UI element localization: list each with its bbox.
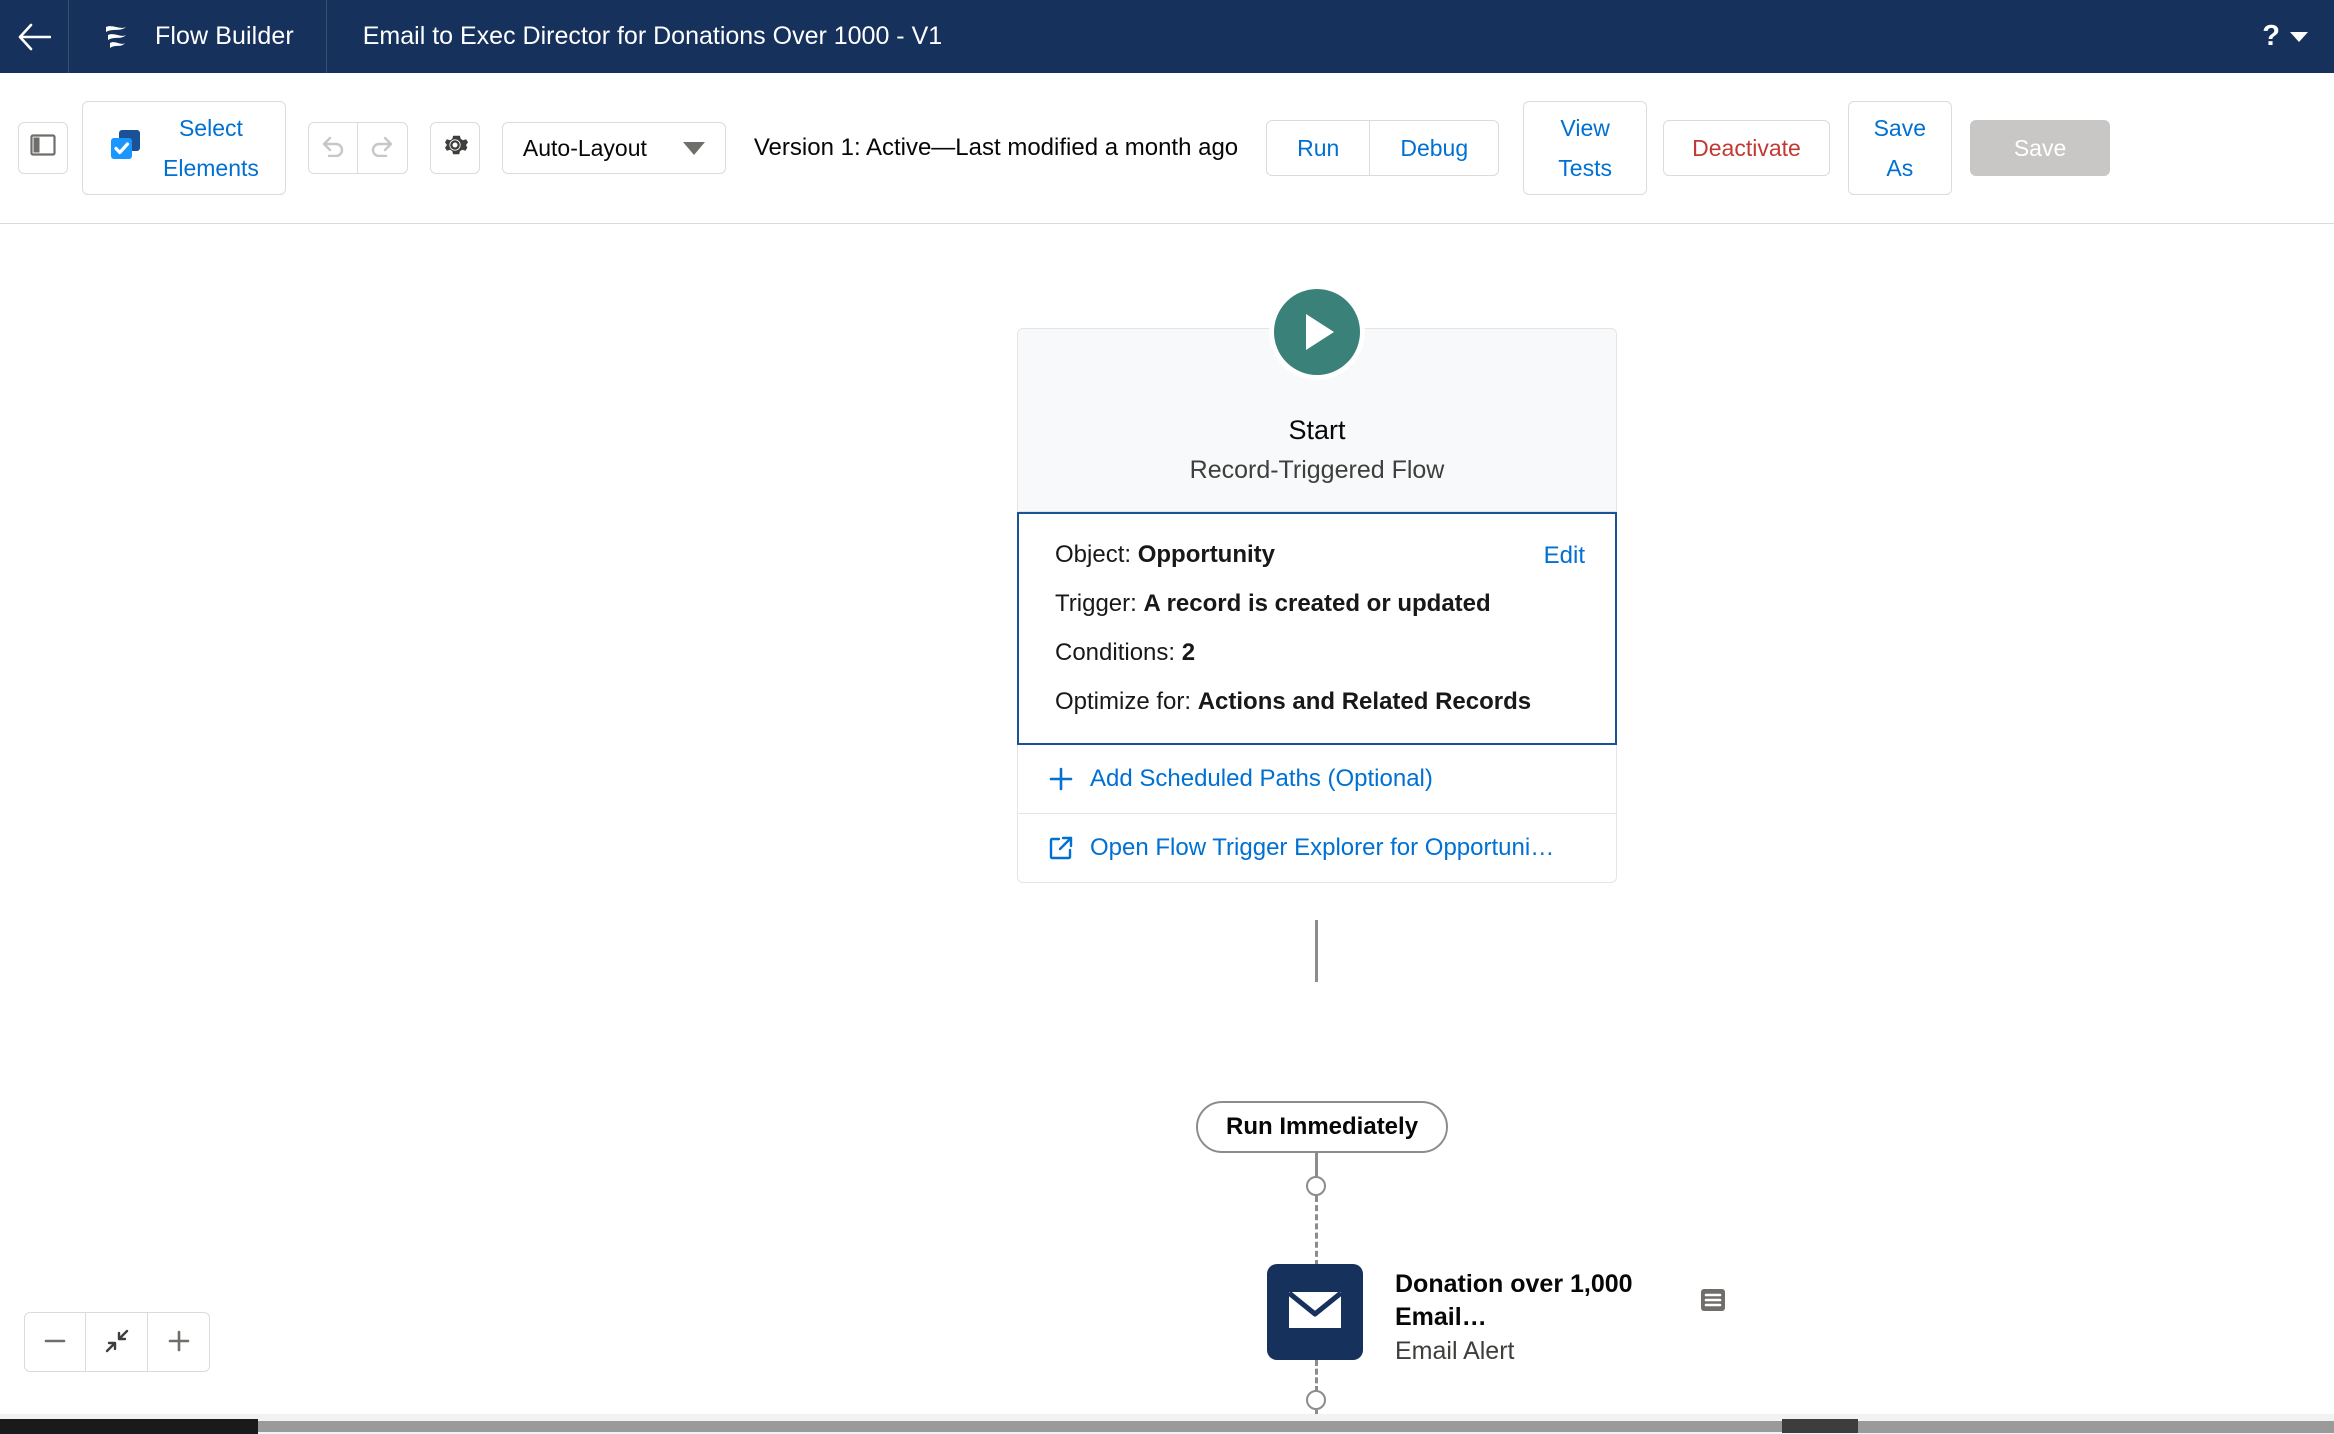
chevron-down-icon[interactable] [2290, 31, 2308, 42]
open-flow-trigger-explorer-label: Open Flow Trigger Explorer for Opportuni… [1090, 834, 1555, 861]
taskbar-segment-right-dark [1782, 1419, 1858, 1433]
back-button[interactable] [0, 0, 68, 73]
redo-icon [369, 133, 395, 163]
run-debug-group: Run Debug [1266, 120, 1500, 176]
trigger-optimize-row: Optimize for: Actions and Related Record… [1055, 687, 1583, 717]
checkbox-stack-icon [109, 128, 143, 168]
add-element-button-2[interactable] [1306, 1390, 1326, 1410]
chevron-down-icon [682, 141, 705, 155]
save-as-label-top: Save [1873, 115, 1927, 141]
redo-button[interactable] [357, 122, 408, 174]
trigger-type-label: Trigger: [1055, 590, 1137, 617]
trigger-optimize-value: Actions and Related Records [1197, 688, 1532, 715]
gear-icon [441, 131, 469, 165]
zoom-fit-button[interactable] [86, 1312, 148, 1372]
save-as-button[interactable]: Save As [1847, 101, 1952, 195]
view-tests-label-bottom: Tests [1558, 155, 1612, 181]
add-element-button-1[interactable] [1306, 1176, 1326, 1196]
start-node-group: Start Record-Triggered Flow Edit Object:… [1017, 284, 1617, 883]
flow-builder-logo-icon [99, 20, 133, 54]
taskbar-segment-left [0, 1419, 258, 1434]
header-actions: ? [2262, 0, 2334, 73]
debug-button[interactable]: Debug [1370, 120, 1500, 176]
undo-icon [320, 133, 346, 163]
trigger-conditions-label: Conditions: [1055, 639, 1176, 666]
email-alert-name: Donation over 1,000 Email… [1395, 1270, 1633, 1331]
edit-trigger-link[interactable]: Edit [1544, 542, 1585, 570]
connector-pill-to-dot [1315, 1149, 1318, 1179]
arrow-left-icon [17, 22, 51, 52]
save-button[interactable]: Save [1969, 120, 2111, 176]
select-elements-button[interactable]: Select Elements [82, 101, 286, 195]
trigger-object-label: Object: [1055, 541, 1132, 568]
plus-icon [1048, 766, 1074, 792]
start-play-button[interactable] [1269, 284, 1365, 380]
trigger-type-value: A record is created or updated [1143, 590, 1491, 617]
email-alert-icon-box[interactable] [1267, 1264, 1363, 1360]
open-flow-trigger-explorer-link[interactable]: Open Flow Trigger Explorer for Opportuni… [1017, 814, 1617, 883]
undo-button[interactable] [307, 122, 358, 174]
taskbar-segment-middle [258, 1421, 1782, 1432]
trigger-details-panel[interactable]: Edit Object: Opportunity Trigger: A reco… [1017, 512, 1617, 745]
trigger-object-row: Object: Opportunity [1055, 540, 1583, 570]
trigger-type-row: Trigger: A record is created or updated [1055, 589, 1583, 619]
play-triangle-icon [1294, 310, 1340, 354]
trigger-object-value: Opportunity [1137, 541, 1276, 568]
flow-title: Email to Exec Director for Donations Ove… [362, 22, 943, 50]
zoom-out-button[interactable] [24, 1312, 86, 1372]
help-icon[interactable]: ? [2262, 22, 2280, 51]
undo-redo-group [307, 122, 408, 174]
envelope-icon [1287, 1288, 1343, 1337]
element-menu-button[interactable] [1699, 1286, 1727, 1314]
select-elements-label-top: Select [178, 115, 243, 141]
toggle-left-panel-button[interactable] [18, 122, 68, 174]
trigger-conditions-value: 2 [1181, 639, 1196, 666]
flow-builder-label: Flow Builder [155, 22, 294, 50]
email-alert-type: Email Alert [1395, 1337, 1515, 1365]
add-scheduled-paths-label: Add Scheduled Paths (Optional) [1090, 765, 1433, 792]
minus-icon [42, 1328, 68, 1357]
trigger-optimize-label: Optimize for: [1055, 688, 1192, 715]
external-link-icon [1048, 835, 1074, 861]
plus-icon [166, 1328, 192, 1357]
view-tests-button[interactable]: View Tests [1523, 101, 1648, 195]
layout-mode-value: Auto-Layout [522, 134, 647, 161]
run-immediately-pill[interactable]: Run Immediately [1196, 1101, 1449, 1153]
app-header: Flow Builder Email to Exec Director for … [0, 0, 2334, 73]
toggle-left-panel-icon [30, 134, 56, 162]
list-menu-icon [1699, 1289, 1727, 1318]
connector-dot-to-email [1315, 1196, 1318, 1266]
flow-settings-button[interactable] [429, 122, 480, 174]
run-button[interactable]: Run [1266, 120, 1371, 176]
taskbar-segment-right [1858, 1421, 2334, 1433]
email-alert-node[interactable]: Donation over 1,000 Email… Email Alert [1267, 1264, 1663, 1366]
zoom-in-button[interactable] [148, 1312, 210, 1372]
view-tests-label-top: View [1560, 115, 1610, 141]
start-title: Start [1288, 415, 1346, 445]
save-as-label-bottom: As [1886, 155, 1914, 181]
version-status-text: Version 1: Active—Last modified a month … [753, 133, 1239, 161]
flow-toolbar: Select Elements Auto-Layout Version 1: A… [0, 73, 2334, 224]
add-scheduled-paths-link[interactable]: Add Scheduled Paths (Optional) [1017, 745, 1617, 814]
fit-to-view-icon [104, 1328, 130, 1357]
start-subtitle: Record-Triggered Flow [1189, 456, 1445, 484]
connector-start-to-pill [1315, 920, 1318, 982]
layout-mode-select[interactable]: Auto-Layout [501, 122, 726, 174]
flow-canvas[interactable]: Start Record-Triggered Flow Edit Object:… [0, 224, 2334, 1414]
zoom-controls [24, 1312, 210, 1372]
select-elements-label-bottom: Elements [163, 155, 259, 181]
flow-builder-brand[interactable]: Flow Builder [68, 0, 327, 73]
email-alert-text: Donation over 1,000 Email… Email Alert [1395, 1264, 1663, 1366]
deactivate-button[interactable]: Deactivate [1663, 120, 1830, 176]
trigger-conditions-row: Conditions: 2 [1055, 638, 1583, 668]
